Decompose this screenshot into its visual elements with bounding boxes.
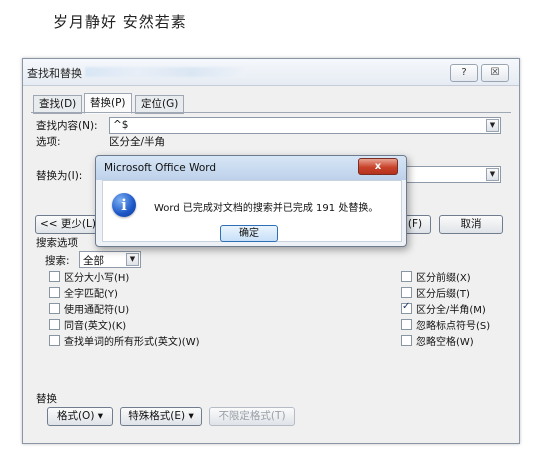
find-label: 查找内容(N): [36, 120, 98, 132]
match-prefix-checkbox[interactable] [401, 271, 412, 282]
dialog-title: 查找和替换 [27, 67, 82, 80]
match-prefix-label: 区分前缀(X) [416, 273, 471, 284]
find-replace-dialog: 查找和替换 ? ☒ 查找(D) 替换(P) 定位(G) 查找内容(N): ^$ … [22, 58, 520, 444]
message-box-title: Microsoft Office Word [104, 162, 217, 174]
wildcards-label: 使用通配符(U) [64, 305, 130, 316]
match-case-checkbox[interactable] [49, 271, 60, 282]
close-icon: x [374, 161, 382, 172]
ok-button[interactable]: 确定 [220, 225, 278, 242]
page-heading: 岁月静好 安然若素 [53, 13, 187, 31]
sounds-like-checkbox[interactable] [49, 319, 60, 330]
find-input[interactable]: ^$ ▼ [109, 117, 501, 134]
replace-dropdown-arrow-icon[interactable]: ▼ [486, 168, 499, 181]
special-button[interactable]: 特殊格式(E) ▾ [120, 407, 202, 426]
cancel-button[interactable]: 取消 [439, 215, 503, 234]
tab-panel-border [31, 112, 511, 113]
search-dropdown-arrow-icon[interactable]: ▼ [126, 253, 139, 266]
dialog-close-button[interactable]: ☒ [481, 64, 509, 82]
search-options-title: 搜索选项 [36, 237, 78, 249]
search-label: 搜索: [45, 255, 70, 267]
wildcards-checkbox[interactable] [49, 303, 60, 314]
tab-replace[interactable]: 替换(P) [84, 93, 132, 114]
format-button[interactable]: 格式(O) ▾ [47, 407, 113, 426]
message-box-close-button[interactable]: x [358, 158, 398, 175]
message-text: Word 已完成对文档的搜索并已完成 191 处替换。 [154, 203, 379, 214]
match-width-label: 区分全/半角(M) [416, 305, 486, 316]
whole-word-checkbox[interactable] [49, 287, 60, 298]
replace-label: 替换为(I): [36, 170, 83, 182]
info-icon: i [112, 193, 136, 217]
ignore-whitespace-label: 忽略空格(W) [416, 337, 474, 348]
help-icon: ? [461, 67, 467, 78]
match-suffix-label: 区分后缀(T) [416, 289, 470, 300]
find-input-value: ^$ [113, 119, 129, 131]
match-suffix-checkbox[interactable] [401, 287, 412, 298]
no-formatting-button[interactable]: 不限定格式(T) [209, 407, 295, 426]
options-label: 选项: [36, 136, 61, 148]
sounds-like-label: 同音(英文)(K) [64, 321, 127, 332]
search-direction-select[interactable]: 全部 ▼ [79, 251, 141, 268]
message-box: Microsoft Office Word x i Word 已完成对文档的搜索… [95, 155, 407, 247]
blurred-title-region [85, 67, 245, 77]
match-case-label: 区分大小写(H) [64, 273, 130, 284]
help-button[interactable]: ? [450, 64, 478, 82]
options-value: 区分全/半角 [109, 136, 166, 148]
ignore-punctuation-label: 忽略标点符号(S) [416, 321, 491, 332]
all-word-forms-label: 查找单词的所有形式(英文)(W) [64, 337, 200, 348]
ignore-punctuation-checkbox[interactable] [401, 319, 412, 330]
match-width-checkbox[interactable]: ✓ [401, 301, 412, 314]
whole-word-label: 全字匹配(Y) [64, 289, 118, 300]
replace-section-title: 替换 [36, 393, 57, 405]
all-word-forms-checkbox[interactable] [49, 335, 60, 346]
search-direction-value: 全部 [83, 255, 104, 267]
checkmark-icon: ✓ [402, 301, 411, 312]
close-icon: ☒ [490, 67, 500, 78]
find-dropdown-arrow-icon[interactable]: ▼ [486, 119, 499, 132]
ignore-whitespace-checkbox[interactable] [401, 335, 412, 346]
